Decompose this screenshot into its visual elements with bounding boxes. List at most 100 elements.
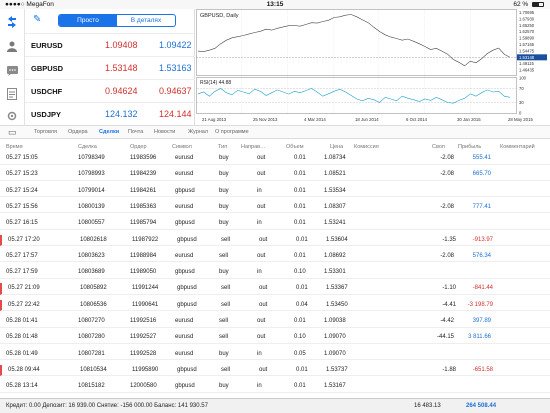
rsi-tick-label: 100	[519, 76, 527, 81]
summary-text: Кредит: 0.00 Депозит: 16 939.00 Снятие: …	[6, 403, 208, 409]
cell-time: 05.27 15:05	[6, 155, 38, 161]
table-row[interactable]: 05.27 15:56 10800139 11985363 eurusd buy out 0…	[0, 202, 550, 214]
edit-icon[interactable]: ✎	[33, 14, 41, 25]
tab-about[interactable]: О программе	[215, 129, 249, 135]
col-commission[interactable]: Комиссия	[354, 144, 379, 150]
table-row[interactable]: 05.27 15:24 10799014 11984261 gbpusd buy in 0.…	[0, 186, 550, 198]
quote-row[interactable]: USDCHF 0.94624 0.94637	[25, 79, 195, 101]
price-tick-label: 1.57155	[519, 42, 535, 47]
quotes-icon[interactable]	[5, 15, 19, 29]
date-tick-label: 4 Mar 2014	[304, 117, 326, 122]
tab-orders[interactable]: Ордера	[68, 129, 88, 135]
trade-icon[interactable]	[5, 39, 19, 53]
cell-type: buy	[219, 203, 229, 210]
cell-swap: -44.15	[436, 334, 454, 341]
cell-profit: 576.34	[472, 252, 491, 259]
price-chart[interactable]: 1.70695 1.67930 1.65250 1.62570 1.59890 1.571…	[196, 9, 550, 125]
cell-symbol: gbpusd	[177, 285, 197, 292]
col-type[interactable]: Тип	[218, 144, 227, 150]
tab-deals[interactable]: Сделки	[99, 129, 119, 135]
col-swap[interactable]: Своп	[432, 144, 445, 150]
date-tick-label: 18 Jun 2014	[355, 117, 379, 122]
col-price[interactable]: Цена	[330, 144, 343, 150]
tab-mail[interactable]: Почта	[128, 129, 143, 135]
quote-row[interactable]: GBPUSD 1.53148 1.53163	[25, 56, 195, 78]
table-row[interactable]: 05.27 22:42 10806536 11990641 gbpusd sell out…	[0, 299, 550, 312]
history-icon[interactable]	[5, 87, 19, 101]
table-row[interactable]: 05.28 09:44 10810534 11995890 gbpusd sell out…	[0, 364, 550, 377]
tab-trade[interactable]: Торговля	[34, 129, 57, 135]
col-time[interactable]: Время	[6, 144, 23, 150]
cell-dir: out	[259, 236, 268, 243]
cell-symbol: gbpusd	[175, 383, 195, 390]
table-row[interactable]: 05.27 21:09 10805892 11991244 gbpusd sell out…	[0, 283, 550, 295]
clock: 13:15	[266, 1, 284, 8]
table-row[interactable]: 05.27 17:57 10803623 11988984 eurusd sell out…	[0, 251, 550, 263]
cell-order: 11984261	[130, 187, 157, 194]
table-row[interactable]: 05.27 15:05 10798349 11983596 eurusd buy out 0…	[0, 153, 550, 165]
tab-news[interactable]: Новости	[154, 129, 175, 135]
cell-type: buy	[219, 171, 229, 178]
total-swap: 16 483.13	[414, 403, 441, 409]
table-row[interactable]: 05.27 15:23 10798993 11984239 eurusd buy out 0…	[0, 169, 550, 181]
quote-row[interactable]: EURUSD 1.09408 1.09422	[25, 33, 195, 55]
cell-dir: out	[259, 285, 268, 292]
cell-dir: out	[259, 301, 268, 308]
cell-profit: -3 198.79	[467, 301, 493, 308]
cell-type: buy	[219, 269, 229, 276]
cell-vol: 0.01	[294, 155, 306, 161]
col-order[interactable]: Ордер	[130, 144, 147, 150]
cell-swap: -4.42	[440, 318, 454, 324]
cell-order: 11995890	[132, 366, 159, 373]
battery-indicator: 62 %	[513, 0, 544, 9]
cell-profit: 397.89	[472, 318, 491, 324]
cell-type: sell	[221, 366, 231, 373]
cell-order: 11983596	[130, 155, 157, 161]
chart-canvas[interactable]: 1.706951.67930 1.652501.62570 1.598901.571…	[196, 9, 550, 125]
cell-deal: 10815182	[78, 383, 105, 390]
date-tick-label: 6 Oct 2014	[406, 117, 428, 122]
cell-type: sell	[219, 252, 229, 259]
cell-vol: 0.01	[296, 236, 308, 243]
cell-vol: 0.01	[294, 318, 306, 324]
cell-order: 12000580	[130, 383, 157, 390]
cell-order: 11992527	[130, 334, 157, 341]
cell-deal: 10805892	[80, 285, 107, 292]
cell-order: 11992528	[130, 350, 157, 357]
tab-details[interactable]: В деталях	[117, 15, 175, 26]
cell-order: 11991244	[132, 285, 159, 292]
tab-journal[interactable]: Журнал	[188, 129, 208, 135]
cell-deal: 10800557	[78, 220, 105, 227]
cell-symbol: gbpusd	[175, 220, 195, 227]
table-row[interactable]: 05.28 13:14 10815182 12000580 gbpusd buy in 0.…	[0, 381, 550, 393]
col-symbol[interactable]: Символ	[172, 144, 192, 150]
quote-row[interactable]: USDJPY 124.132 124.144	[25, 102, 195, 124]
col-comment[interactable]: Комментарий	[500, 144, 535, 150]
cell-deal: 10802618	[80, 236, 107, 243]
col-direction[interactable]: Направ…	[241, 144, 266, 150]
table-row[interactable]: 05.28 01:41 10807270 11992516 eurusd sell out…	[0, 316, 550, 328]
chat-icon[interactable]	[5, 64, 19, 78]
settings-icon[interactable]	[5, 109, 19, 123]
cell-order: 11987922	[132, 236, 159, 243]
tab-simple[interactable]: Просто	[59, 15, 117, 26]
price-pane	[196, 9, 517, 76]
table-row[interactable]: 05.27 16:15 10800557 11985794 gbpusd buy in 0.…	[0, 218, 550, 230]
table-row[interactable]: 05.28 01:48 10807280 11992527 eurusd sell out…	[0, 332, 550, 344]
cell-time: 05.27 21:09	[8, 285, 40, 292]
col-volume[interactable]: Объем	[286, 144, 304, 150]
col-deal[interactable]: Сделка	[78, 144, 97, 150]
cell-time: 05.28 01:49	[6, 350, 38, 357]
cell-swap: -1.10	[442, 285, 456, 292]
table-row[interactable]: 05.28 01:49 10807281 11992528 eurusd buy in 0.…	[0, 349, 550, 361]
price-tick-label: 1.62570	[519, 29, 535, 34]
table-row[interactable]: 05.27 17:20 10802618 11987922 gbpusd sell out…	[0, 234, 550, 246]
window-icon[interactable]: ▭	[8, 127, 17, 138]
cell-time: 05.27 17:20	[8, 236, 40, 243]
cell-time: 05.27 16:15	[6, 220, 38, 227]
cell-price: 1.53737	[326, 366, 348, 373]
col-profit[interactable]: Прибыль	[458, 144, 481, 150]
cell-symbol: gbpusd	[177, 366, 197, 373]
table-row[interactable]: 05.27 17:59 10803689 11989050 gbpusd buy in 0.…	[0, 267, 550, 279]
cell-deal: 10798349	[78, 155, 105, 161]
